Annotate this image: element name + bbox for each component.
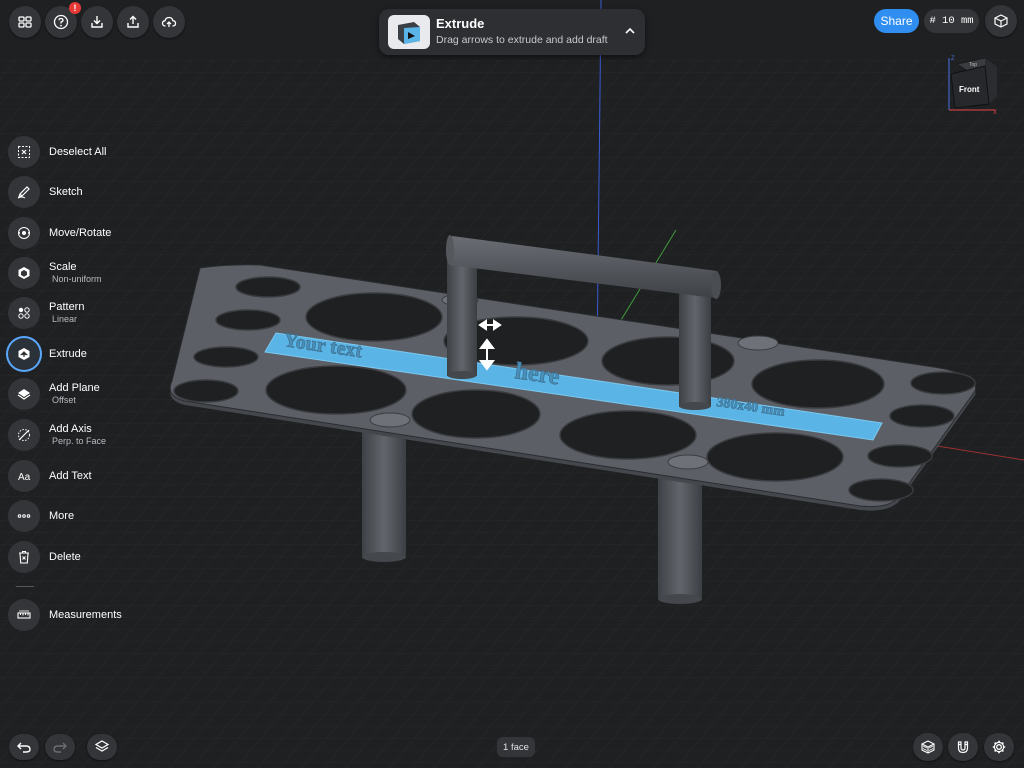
upload-icon xyxy=(127,15,139,28)
settings-button[interactable] xyxy=(984,733,1014,761)
view-cube[interactable]: Top Front Z X xyxy=(945,52,1005,116)
banner-subtitle: Drag arrows to extrude and add draft xyxy=(436,34,608,46)
extrude-preview-icon xyxy=(388,15,430,49)
tool-delete[interactable]: Delete xyxy=(8,540,188,574)
viewcube-axis-x: X xyxy=(993,110,997,116)
redo-button[interactable] xyxy=(45,734,75,760)
tool-scale[interactable]: Scale Non-uniform xyxy=(8,256,188,290)
tool-label: Add Axis xyxy=(49,423,92,435)
tool-label: Extrude xyxy=(49,348,87,360)
tool-label: Pattern xyxy=(49,301,85,313)
viewcube-front-label: Front xyxy=(959,85,980,94)
chevron-up-icon[interactable] xyxy=(623,24,637,38)
extrude-icon xyxy=(18,348,30,360)
viewcube-axis-z: Z xyxy=(951,56,955,62)
tool-label: Deselect All xyxy=(49,146,107,158)
snap-button[interactable] xyxy=(948,733,978,761)
tool-label: Move/Rotate xyxy=(49,227,112,239)
tool-sublabel: Offset xyxy=(52,395,76,405)
tool-sketch[interactable]: Sketch xyxy=(8,175,188,209)
tool-sublabel: Non-uniform xyxy=(52,274,102,284)
layers-button[interactable] xyxy=(87,734,117,760)
selection-status: 1 face xyxy=(497,737,535,757)
download-icon xyxy=(91,16,103,28)
tool-add-text[interactable]: Aa Add Text xyxy=(8,459,188,493)
tool-label: More xyxy=(49,510,75,522)
layers-icon xyxy=(94,740,110,752)
scale-cube-icon xyxy=(18,267,30,279)
magnet-icon xyxy=(957,741,969,754)
tool-measurements[interactable]: Measurements xyxy=(8,598,188,632)
undo-button[interactable] xyxy=(9,734,39,760)
cloud-upload-icon xyxy=(161,16,177,27)
viewcube-top-label: Top xyxy=(969,62,977,68)
grid-icon xyxy=(18,16,32,28)
pencil-icon xyxy=(17,186,30,199)
help-button[interactable]: ! xyxy=(45,2,81,38)
tool-label: Scale xyxy=(49,261,77,273)
export-button[interactable] xyxy=(117,6,149,38)
gear-icon xyxy=(992,740,1006,754)
tool-label: Measurements xyxy=(49,609,122,621)
axis-icon xyxy=(18,429,30,441)
shaded-cube-icon xyxy=(921,740,935,754)
render-mode-button[interactable] xyxy=(913,733,943,761)
tool-extrude[interactable]: Extrude xyxy=(8,337,188,371)
tool-deselect-all[interactable]: Deselect All xyxy=(8,135,188,169)
tool-move-rotate[interactable]: Move/Rotate xyxy=(8,216,188,250)
share-button[interactable]: Share xyxy=(874,9,919,33)
more-icon xyxy=(17,514,31,518)
move-rotate-icon xyxy=(18,227,30,239)
tool-hint-banner[interactable]: Extrude Drag arrows to extrude and add d… xyxy=(379,9,645,55)
undo-icon xyxy=(17,742,31,753)
tool-label: Add Text xyxy=(49,470,92,482)
pattern-icon xyxy=(18,307,30,319)
tool-sublabel: Perp. to Face xyxy=(52,436,107,446)
plane-icon xyxy=(17,389,31,400)
tool-label: Delete xyxy=(49,551,81,563)
svg-text:Aa: Aa xyxy=(18,472,31,483)
banner-title: Extrude xyxy=(436,16,485,31)
tool-more[interactable]: More xyxy=(8,499,188,533)
deselect-icon xyxy=(18,146,30,158)
ruler-icon xyxy=(17,610,31,619)
view-mode-button[interactable] xyxy=(985,5,1017,37)
tool-sublabel: Linear xyxy=(52,314,78,324)
tool-pattern[interactable]: Pattern Linear xyxy=(8,296,188,330)
sidebar-divider xyxy=(16,586,34,587)
grid-size-button[interactable]: # 10 mm xyxy=(924,9,979,33)
tool-label: Sketch xyxy=(49,186,83,198)
cloud-sync-button[interactable] xyxy=(153,6,185,38)
notification-badge: ! xyxy=(69,2,81,14)
import-button[interactable] xyxy=(81,6,113,38)
apps-grid-button[interactable] xyxy=(9,6,41,38)
trash-icon xyxy=(19,550,29,564)
redo-icon xyxy=(53,742,67,753)
tool-label: Add Plane xyxy=(49,382,100,394)
cube-outline-icon xyxy=(994,14,1008,28)
tool-add-plane[interactable]: Add Plane Offset xyxy=(8,377,188,411)
question-icon xyxy=(53,14,69,30)
tool-add-axis[interactable]: Add Axis Perp. to Face xyxy=(8,418,188,452)
text-icon: Aa xyxy=(18,472,31,483)
